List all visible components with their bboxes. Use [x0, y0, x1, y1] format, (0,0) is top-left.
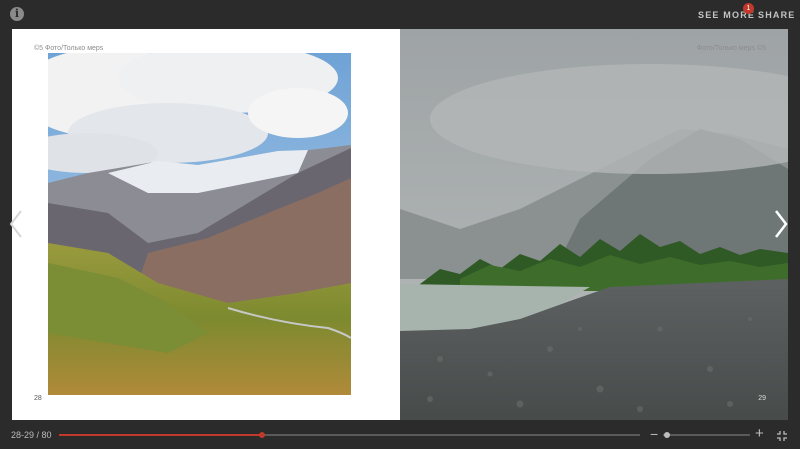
left-page-header: ©5 Фото/Только мерs: [34, 45, 104, 52]
book-spread: ©5 Фото/Только мерs 28 Фото/Только мерs …: [12, 29, 788, 420]
page-counter: 28-29 / 80: [11, 430, 52, 440]
right-page-header: Фото/Только мерs ©5: [696, 45, 766, 52]
progress-fill: [59, 434, 263, 436]
info-icon[interactable]: i: [10, 7, 24, 21]
chevron-right-icon[interactable]: [774, 209, 788, 239]
fullscreen-icon[interactable]: [776, 430, 788, 442]
left-page: ©5 Фото/Только мерs 28: [12, 29, 400, 420]
share-button[interactable]: SHARE: [758, 10, 796, 20]
notification-badge: 1: [743, 3, 754, 14]
right-page-number: 29: [758, 395, 766, 402]
right-photo: [400, 29, 788, 420]
progress-slider[interactable]: [59, 432, 640, 438]
zoom-out-button[interactable]: −: [650, 426, 658, 442]
zoom-in-button[interactable]: +: [755, 425, 764, 442]
bottom-bar: 28-29 / 80 − +: [0, 424, 800, 449]
top-bar: i SEE MORE 1 SHARE: [0, 0, 800, 28]
zoom-slider[interactable]: [663, 434, 750, 436]
chevron-left-icon[interactable]: [9, 209, 23, 239]
left-page-number: 28: [34, 395, 42, 402]
progress-handle[interactable]: [259, 432, 266, 438]
zoom-handle[interactable]: [664, 432, 670, 438]
left-photo: [48, 53, 351, 395]
right-page: Фото/Только мерs ©5 29: [400, 29, 788, 420]
